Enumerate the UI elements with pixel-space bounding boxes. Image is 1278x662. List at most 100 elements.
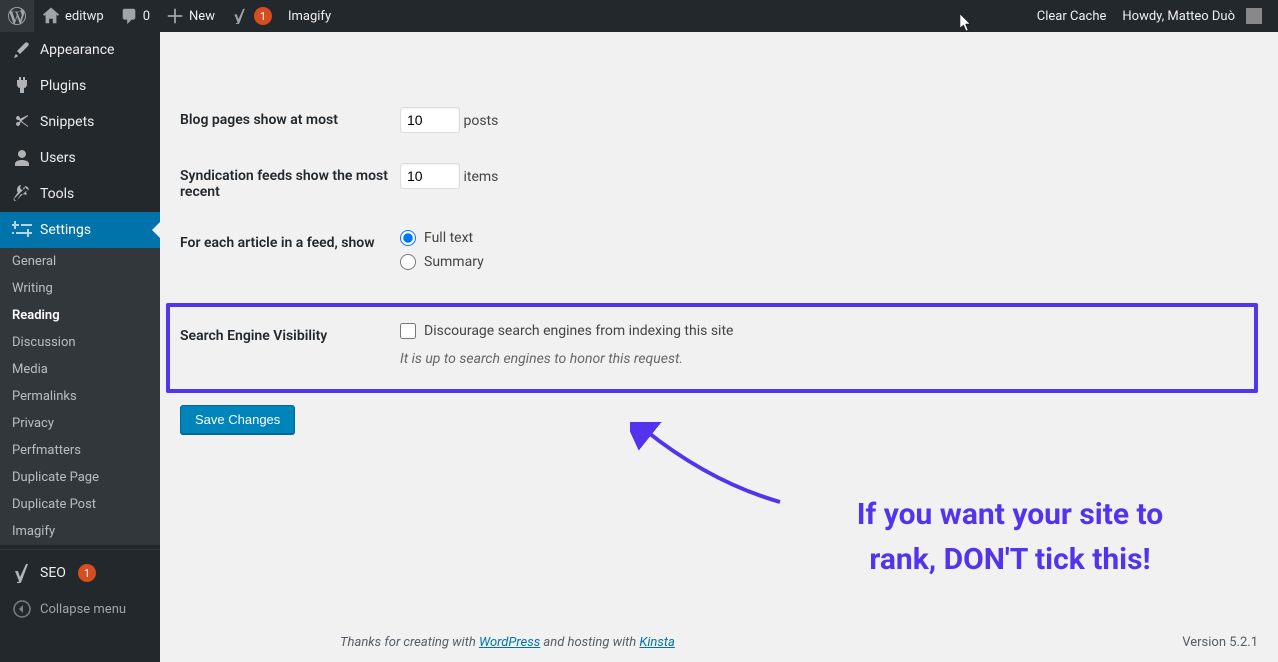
comment-icon — [120, 7, 138, 25]
row-search-visibility: Search Engine Visibility Discourage sear… — [180, 319, 1244, 371]
settings-form: Blog pages show at most posts Syndicatio… — [180, 92, 1258, 434]
wrench-icon — [12, 184, 32, 204]
discourage-checkbox-row: Discourage search engines from indexing … — [400, 323, 1244, 339]
footer-credits: Thanks for creating with WordPress and h… — [340, 635, 675, 650]
submenu-discussion[interactable]: Discussion — [0, 329, 160, 356]
radio-summary-row: Summary — [400, 254, 1258, 270]
blog-pages-field: posts — [400, 107, 1258, 133]
menu-users[interactable]: Users — [0, 140, 160, 176]
menu-label: Snippets — [40, 114, 94, 130]
syndication-field: items — [400, 163, 1258, 200]
menu-label: Users — [40, 150, 76, 166]
submenu-duplicate-page[interactable]: Duplicate Page — [0, 464, 160, 491]
collapse-icon — [12, 599, 32, 619]
yoast-menu[interactable]: 1 — [223, 0, 280, 32]
wordpress-icon — [8, 7, 26, 25]
row-feed-show: For each article in a feed, show Full te… — [180, 215, 1258, 293]
annotation-line1: If you want your site to — [857, 497, 1163, 532]
annotation-line2: rank, DON'T tick this! — [869, 542, 1150, 577]
yoast-icon — [12, 563, 32, 583]
feed-show-label: For each article in a feed, show — [180, 230, 400, 278]
menu-label: Appearance — [40, 42, 114, 58]
annotation-arrow-icon — [630, 422, 790, 512]
clear-cache-text: Clear Cache — [1037, 9, 1107, 24]
discourage-description: It is up to search engines to honor this… — [400, 351, 1244, 367]
annotation-text: If you want your site to rank, DON'T tic… — [780, 492, 1240, 582]
syndication-label: Syndication feeds show the most recent — [180, 163, 400, 200]
plugin-icon — [12, 76, 32, 96]
row-blog-pages: Blog pages show at most posts — [180, 92, 1258, 148]
new-text: New — [189, 9, 215, 24]
imagify-text: Imagify — [288, 9, 331, 24]
search-visibility-field: Discourage search engines from indexing … — [400, 323, 1244, 367]
collapse-label: Collapse menu — [40, 602, 126, 617]
blog-pages-input[interactable] — [400, 107, 460, 133]
footer-hosting-mid: and hosting with — [540, 635, 639, 650]
footer: Thanks for creating with WordPress and h… — [340, 623, 1258, 662]
radio-full-text-label: Full text — [424, 230, 473, 246]
content-area: Blog pages show at most posts Syndicatio… — [160, 32, 1278, 662]
discourage-checkbox[interactable] — [400, 323, 416, 339]
comments-menu[interactable]: 0 — [112, 0, 158, 32]
seo-update-badge: 1 — [78, 564, 96, 582]
plus-icon — [166, 7, 184, 25]
kinsta-link[interactable]: Kinsta — [639, 635, 674, 650]
clear-cache-menu[interactable]: Clear Cache — [1029, 0, 1115, 32]
settings-submenu: General Writing Reading Discussion Media… — [0, 248, 160, 545]
submenu-reading[interactable]: Reading — [0, 302, 160, 329]
admin-bar: editwp 0 New 1 Imagify Clear Cache — [0, 0, 1278, 32]
collapse-menu-button[interactable]: Collapse menu — [0, 591, 160, 627]
sliders-icon — [12, 220, 32, 240]
wordpress-link[interactable]: WordPress — [479, 635, 540, 650]
home-icon — [42, 7, 60, 25]
imagify-menu[interactable]: Imagify — [280, 0, 339, 32]
row-syndication: Syndication feeds show the most recent i… — [180, 148, 1258, 215]
radio-summary-label: Summary — [424, 254, 484, 270]
syndication-input[interactable] — [400, 163, 460, 189]
submenu-writing[interactable]: Writing — [0, 275, 160, 302]
menu-settings[interactable]: Settings — [0, 212, 160, 248]
menu-label: Plugins — [40, 78, 86, 94]
blog-pages-label: Blog pages show at most — [180, 107, 400, 133]
admin-bar-left: editwp 0 New 1 Imagify — [0, 0, 1029, 32]
footer-version: Version 5.2.1 — [1182, 635, 1258, 650]
site-name-menu[interactable]: editwp — [34, 0, 112, 32]
radio-full-text[interactable] — [400, 230, 416, 246]
menu-label: SEO — [40, 565, 66, 581]
user-icon — [12, 148, 32, 168]
footer-thanks-prefix: Thanks for creating with — [340, 635, 479, 650]
radio-summary[interactable] — [400, 254, 416, 270]
blog-pages-suffix: posts — [463, 113, 498, 129]
submenu-imagify[interactable]: Imagify — [0, 518, 160, 545]
new-content-menu[interactable]: New — [158, 0, 223, 32]
menu-appearance[interactable]: Appearance — [0, 32, 160, 68]
submenu-media[interactable]: Media — [0, 356, 160, 383]
submenu-duplicate-post[interactable]: Duplicate Post — [0, 491, 160, 518]
avatar-icon — [1246, 8, 1262, 24]
account-menu[interactable]: Howdy, Matteo Duò — [1114, 0, 1270, 32]
admin-bar-right: Clear Cache Howdy, Matteo Duò — [1029, 0, 1278, 32]
scissors-icon — [12, 112, 32, 132]
submenu-privacy[interactable]: Privacy — [0, 410, 160, 437]
comment-count: 0 — [143, 9, 150, 24]
search-visibility-highlight: Search Engine Visibility Discourage sear… — [166, 303, 1258, 393]
search-visibility-label: Search Engine Visibility — [180, 323, 400, 367]
menu-snippets[interactable]: Snippets — [0, 104, 160, 140]
admin-sidebar: Appearance Plugins Snippets Users Tools … — [0, 32, 160, 662]
feed-show-field: Full text Summary — [400, 230, 1258, 278]
menu-separator — [0, 545, 160, 550]
discourage-label: Discourage search engines from indexing … — [424, 323, 733, 339]
menu-tools[interactable]: Tools — [0, 176, 160, 212]
wp-logo-menu[interactable] — [0, 0, 34, 32]
menu-seo[interactable]: SEO 1 — [0, 555, 160, 591]
syndication-suffix: items — [463, 169, 498, 185]
menu-plugins[interactable]: Plugins — [0, 68, 160, 104]
yoast-badge: 1 — [254, 7, 272, 25]
save-button[interactable]: Save Changes — [180, 405, 295, 434]
howdy-text: Howdy, Matteo Duò — [1122, 9, 1235, 24]
brush-icon — [12, 40, 32, 60]
site-name-text: editwp — [65, 9, 104, 24]
submenu-general[interactable]: General — [0, 248, 160, 275]
submenu-perfmatters[interactable]: Perfmatters — [0, 437, 160, 464]
submenu-permalinks[interactable]: Permalinks — [0, 383, 160, 410]
